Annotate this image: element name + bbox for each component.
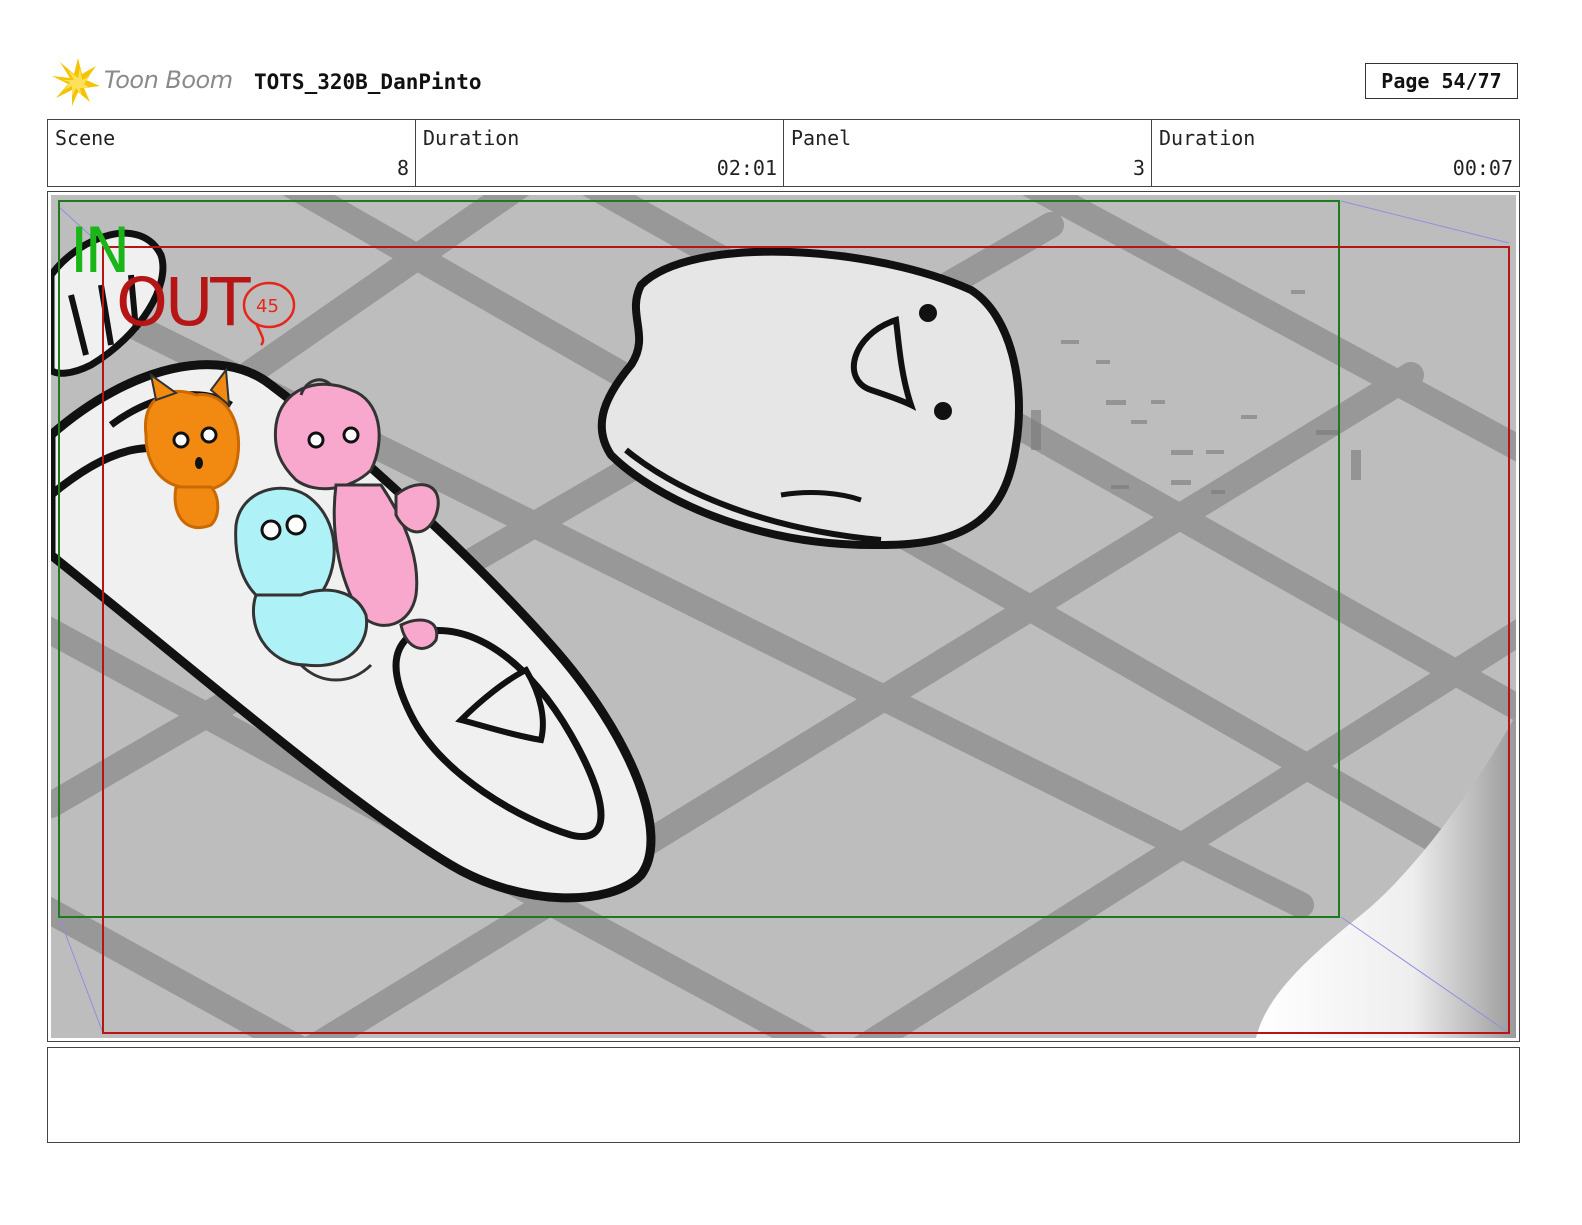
scribble-number: 45 — [256, 296, 279, 317]
scene-duration-cell: Duration 02:01 — [416, 120, 784, 186]
scene-duration-value: 02:01 — [716, 156, 777, 180]
panel-duration-cell: Duration 00:07 — [1152, 120, 1519, 186]
page-indicator: Page 54/77 — [1365, 63, 1518, 99]
storyboard-panel-image: 45 — [51, 195, 1516, 1038]
panel-value: 3 — [1132, 156, 1145, 180]
document-title: TOTS_320B_DanPinto — [254, 70, 482, 94]
logo-wordmark: Toon Boom — [104, 66, 233, 94]
out-marker: OUT — [116, 264, 251, 341]
scene-cell: Scene 8 — [48, 120, 416, 186]
panel-duration-value: 00:07 — [1452, 156, 1513, 180]
scene-value: 8 — [396, 156, 409, 180]
panel-notes-box — [47, 1047, 1520, 1143]
scene-duration-label: Duration — [423, 126, 520, 150]
panel-duration-label: Duration — [1159, 126, 1256, 150]
panel-info-table: Scene 8 Duration 02:01 Panel 3 Duration … — [47, 119, 1520, 187]
panel-cell: Panel 3 — [784, 120, 1152, 186]
scene-label: Scene — [55, 126, 116, 150]
panel-label: Panel — [791, 126, 852, 150]
